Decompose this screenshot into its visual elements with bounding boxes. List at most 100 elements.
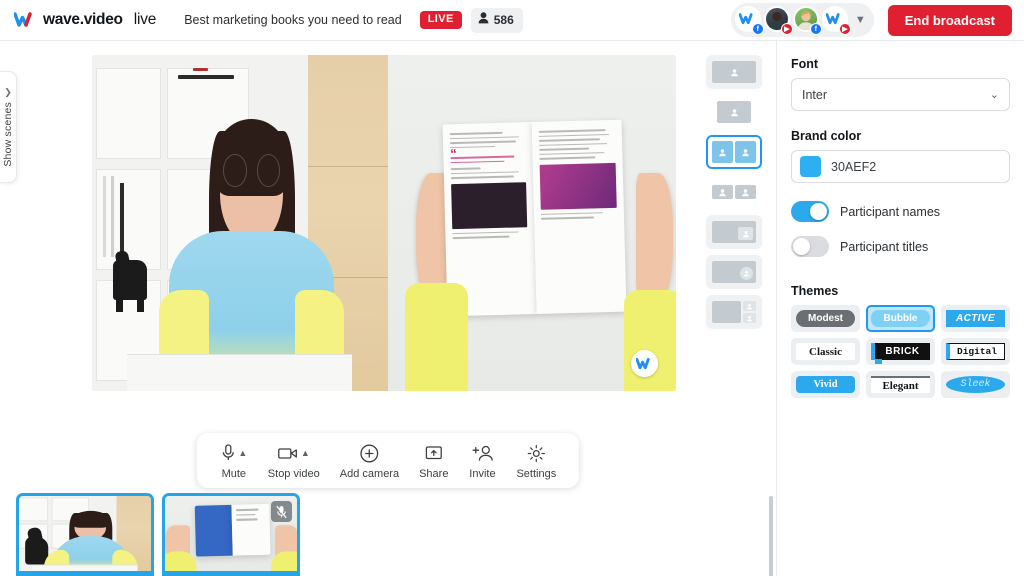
pip-inset bbox=[738, 227, 753, 240]
person-scene bbox=[92, 55, 388, 391]
add-camera-button[interactable]: Add camera bbox=[331, 442, 408, 480]
brand-color-label: Brand color bbox=[791, 129, 862, 143]
theme-preview: ACTIVE bbox=[946, 310, 1005, 327]
person-icon bbox=[719, 148, 726, 156]
theme-digital[interactable]: Digital bbox=[941, 338, 1010, 365]
stream-title: Best marketing books you need to read bbox=[184, 13, 402, 27]
video-camera-icon bbox=[278, 448, 297, 459]
control-label: Settings bbox=[516, 468, 557, 480]
control-label: Share bbox=[419, 468, 449, 480]
destination-avatar-1[interactable]: f bbox=[734, 6, 764, 35]
plus-circle-icon bbox=[360, 444, 379, 462]
mute-button[interactable]: ▲ Mute bbox=[211, 442, 257, 480]
hand-right bbox=[635, 172, 674, 307]
open-book: “ bbox=[442, 119, 627, 317]
destinations-group[interactable]: f ▶ f ▶ ▼ bbox=[730, 3, 874, 37]
theme-preview: Classic bbox=[796, 343, 855, 360]
theme-preview: BRICK bbox=[871, 343, 930, 364]
show-scenes-tab[interactable]: ❯ Show scenes bbox=[0, 71, 17, 183]
theme-bubble[interactable]: Bubble bbox=[866, 305, 935, 332]
person-icon bbox=[742, 230, 749, 237]
theme-preview: Vivid bbox=[796, 376, 855, 393]
participant-names-toggle[interactable] bbox=[791, 201, 829, 222]
thumbnail-label-bar: Camera 2 bbox=[165, 571, 297, 576]
facebook-badge-icon: f bbox=[751, 23, 764, 35]
brand-name: wave.video bbox=[43, 11, 123, 28]
control-label: Add camera bbox=[339, 468, 400, 480]
theme-active[interactable]: ACTIVE bbox=[941, 305, 1010, 332]
invite-button[interactable]: Invite bbox=[459, 442, 505, 480]
person-icon bbox=[478, 11, 489, 29]
facebook-badge-icon: f bbox=[809, 23, 822, 35]
person-icon bbox=[742, 148, 749, 156]
person-icon bbox=[719, 188, 726, 196]
settings-button[interactable]: Settings bbox=[507, 442, 565, 480]
app-header: wave.video live Best marketing books you… bbox=[0, 0, 1024, 41]
add-person-icon bbox=[472, 445, 493, 461]
person-inset bbox=[740, 267, 753, 280]
stage-column: “ ▲ Mute ▲ Stop video Add camera Share I… bbox=[0, 41, 776, 576]
video-tile-person bbox=[92, 55, 388, 391]
page-photo bbox=[540, 162, 617, 210]
layout-single-full[interactable] bbox=[706, 55, 762, 89]
color-swatch[interactable] bbox=[800, 156, 821, 177]
chevron-up-icon[interactable]: ▲ bbox=[301, 448, 310, 458]
book-page-right bbox=[532, 119, 627, 314]
participant-titles-toggle[interactable] bbox=[791, 236, 829, 257]
thumbnail-camera-2[interactable]: Camera 2 bbox=[162, 493, 300, 576]
chevron-up-icon[interactable]: ▲ bbox=[238, 448, 247, 458]
participant-thumbnails: Maria bbox=[16, 493, 300, 576]
page-photo bbox=[451, 181, 528, 229]
destination-avatar-3[interactable]: f bbox=[792, 6, 822, 35]
theme-classic[interactable]: Classic bbox=[791, 338, 860, 365]
brand-color-value: 30AEF2 bbox=[831, 159, 877, 174]
layout-two-small[interactable] bbox=[706, 175, 762, 209]
font-select[interactable]: Inter ⌄ bbox=[791, 78, 1010, 111]
stage-scrollbar[interactable] bbox=[769, 496, 773, 576]
microphone-icon bbox=[222, 444, 234, 460]
theme-modest[interactable]: Modest bbox=[791, 305, 860, 332]
stop-video-button[interactable]: ▲ Stop video bbox=[259, 442, 329, 480]
theme-preview: Sleek bbox=[946, 376, 1005, 393]
theme-sleek[interactable]: Sleek bbox=[941, 371, 1010, 398]
toggle-label: Participant titles bbox=[840, 239, 929, 254]
theme-vivid[interactable]: Vivid bbox=[791, 371, 860, 398]
layout-screen-share-corner[interactable] bbox=[706, 255, 762, 289]
live-badge: LIVE bbox=[419, 11, 462, 29]
person-icon bbox=[742, 188, 749, 196]
person-icon bbox=[746, 303, 753, 309]
youtube-badge-icon: ▶ bbox=[780, 23, 793, 35]
app-body: ❯ Show scenes “ ▲ Mute ▲ Stop video Add … bbox=[0, 41, 1024, 576]
chevron-down-icon[interactable]: ▼ bbox=[855, 14, 866, 26]
destination-avatar-4[interactable]: ▶ bbox=[821, 6, 851, 35]
theme-brick[interactable]: BRICK bbox=[866, 338, 935, 365]
theme-preview: Bubble bbox=[871, 310, 930, 327]
layout-screen-share-sidebar[interactable] bbox=[706, 295, 762, 329]
person-icon bbox=[730, 68, 738, 76]
layout-split-two[interactable] bbox=[706, 135, 762, 169]
video-tile-book: “ bbox=[387, 55, 676, 391]
end-broadcast-button[interactable]: End broadcast bbox=[887, 4, 1012, 36]
video-canvas[interactable]: “ bbox=[92, 55, 676, 391]
share-button[interactable]: Share bbox=[410, 442, 457, 480]
sleeve-left bbox=[404, 283, 469, 391]
desk bbox=[127, 354, 353, 391]
layout-picture-in-picture[interactable] bbox=[706, 215, 762, 249]
thumbnail-maria[interactable]: Maria bbox=[16, 493, 154, 576]
viewer-count-value: 586 bbox=[493, 12, 514, 27]
layout-options-rail bbox=[706, 55, 762, 329]
layout-single-centered[interactable] bbox=[706, 95, 762, 129]
chevron-right-icon: ❯ bbox=[4, 87, 12, 98]
themes-grid: Modest Bubble ACTIVE Classic BRICK Digit… bbox=[791, 305, 1010, 398]
wave-video-live-app: wave.video live Best marketing books you… bbox=[0, 0, 1024, 576]
theme-elegant[interactable]: Elegant bbox=[866, 371, 935, 398]
control-label: Stop video bbox=[267, 468, 320, 480]
toggle-label: Participant names bbox=[840, 204, 941, 219]
thumbnail-label-bar: Maria bbox=[19, 571, 151, 576]
participant-video bbox=[158, 95, 345, 391]
brand-color-field[interactable]: 30AEF2 bbox=[791, 150, 1010, 183]
destination-avatar-2[interactable]: ▶ bbox=[763, 6, 793, 35]
brand-suffix: live bbox=[133, 11, 157, 28]
wave-w-watermark-icon bbox=[631, 350, 658, 377]
brand-logo-group: wave.video live bbox=[13, 11, 157, 29]
